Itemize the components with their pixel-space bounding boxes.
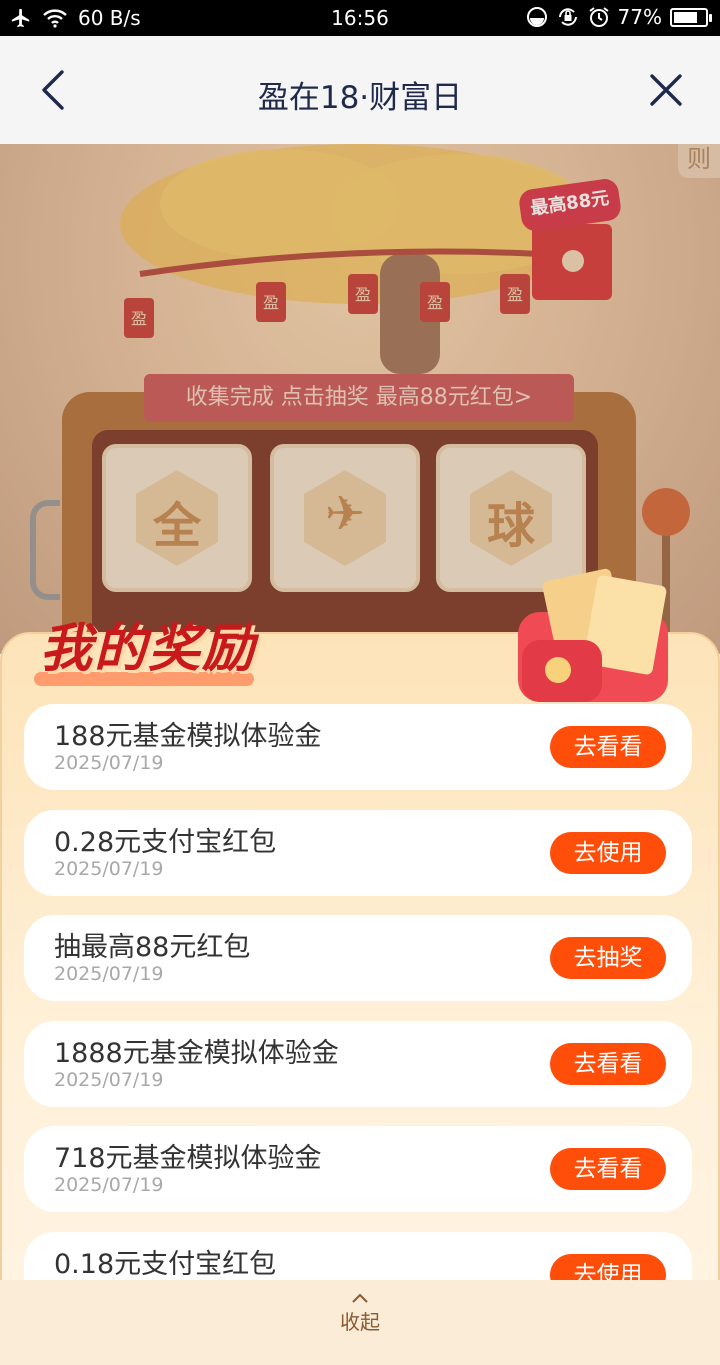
reward-action-button[interactable]: 去看看 [550,1042,666,1085]
reward-title: 抽最高88元红包 [54,932,251,963]
reward-card: 1888元基金模拟体验金 2025/07/19 去看看 [24,1020,692,1107]
page-title: 盈在18·财富日 [257,80,463,116]
reward-title: 1888元基金模拟体验金 [54,1037,339,1069]
battery-percent: 77% [617,5,662,29]
reward-date: 2025/07/19 [54,857,164,880]
wallet-icon [518,568,668,702]
reward-title: 718元基金模拟体验金 [54,1143,322,1174]
eye-care-icon [526,7,547,27]
battery-icon [670,7,712,27]
reward-title: 0.18元支付宝红包 [54,1248,277,1280]
reward-date: 2025/07/19 [54,752,164,774]
reward-card: 0.28元支付宝红包 2025/07/19 去使用 [24,809,692,896]
reward-title: 0.28元支付宝红包 [54,826,277,858]
reward-card: 抽最高88元红包 2025/07/19 去抽奖 [24,915,692,1001]
reward-title: 188元基金模拟体验金 [54,721,322,752]
footer-bar: 收起 [0,1280,720,1365]
reward-card: 718元基金模拟体验金 2025/07/19 去看看 [24,1126,692,1212]
reward-card: 188元基金模拟体验金 2025/07/19 去看看 [24,704,692,790]
chevron-up-icon [352,1293,368,1303]
collapse-button[interactable]: 收起 [0,1292,720,1335]
reward-action-button[interactable]: 去使用 [550,1253,666,1280]
status-bar: 60 B/s 16:56 77% [0,0,720,36]
reward-action-button[interactable]: 去看看 [550,726,666,768]
reward-date: 2025/07/19 [54,1174,164,1196]
rewards-title: 我的奖励 [40,619,257,679]
rotation-lock-icon [558,8,577,26]
reward-date: 2025/07/19 [54,1068,164,1091]
reward-action-button[interactable]: 去使用 [550,831,666,874]
rewards-list: 188元基金模拟体验金 2025/07/19 去看看 0.28元支付宝红包 2025/0… [0,700,720,1280]
reward-action-button[interactable]: 去抽奖 [550,937,666,979]
reward-action-button[interactable]: 去看看 [550,1148,666,1190]
reward-date: 2025/07/19 [54,963,164,985]
nav-bar: 盈在18·财富日 [0,36,720,144]
alarm-icon [588,7,609,27]
close-icon[interactable] [648,72,684,108]
reward-card: 0.18元支付宝红包2025/07/19去使用 [24,1231,692,1280]
collapse-label: 收起 [340,1310,380,1334]
